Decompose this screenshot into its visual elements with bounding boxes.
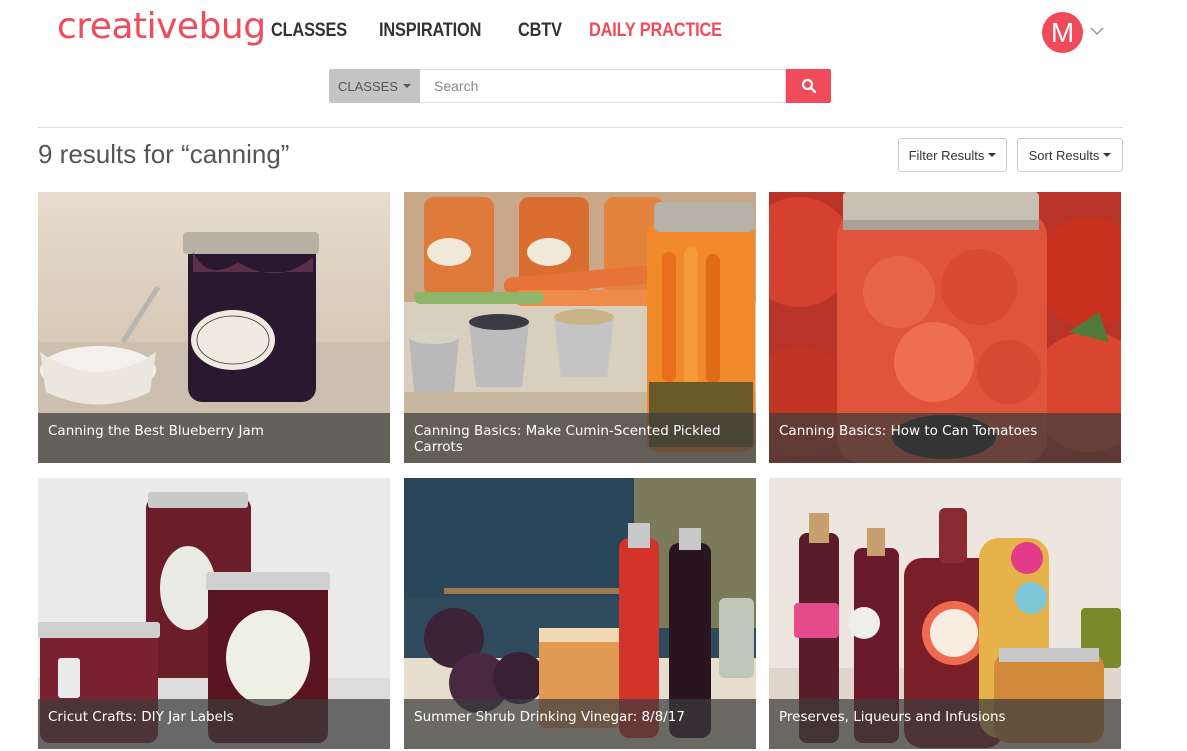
nav-classes[interactable]: CLASSES <box>271 20 347 42</box>
card-title: Preserves, Liqueurs and Infusions <box>769 699 1121 749</box>
caret-down-icon <box>402 84 411 88</box>
search-bar: CLASSES <box>329 69 831 103</box>
search-input[interactable] <box>420 69 786 103</box>
caret-down-icon <box>988 153 997 157</box>
card-title: Cricut Crafts: DIY Jar Labels <box>38 699 390 749</box>
card-title: Canning the Best Blueberry Jam <box>38 413 390 463</box>
caret-down-icon <box>1103 153 1112 157</box>
main-nav: CLASSES INSPIRATION CBTV DAILY PRACTICE <box>271 20 764 42</box>
card-title: Summer Shrub Drinking Vinegar: 8/8/17 <box>404 699 756 749</box>
user-avatar[interactable]: M <box>1042 12 1083 53</box>
class-card[interactable]: Cricut Crafts: DIY Jar Labels <box>38 478 390 749</box>
filter-results-label: Filter Results <box>908 147 985 163</box>
sort-results-button[interactable]: Sort Results <box>1017 138 1123 172</box>
creativebug-logo[interactable]: creativebug <box>57 6 266 47</box>
card-title: Canning Basics: How to Can Tomatoes <box>769 413 1121 463</box>
divider <box>38 127 1123 128</box>
chevron-down-icon[interactable] <box>1089 25 1105 37</box>
search-icon <box>801 78 816 94</box>
class-card[interactable]: Canning Basics: Make Cumin-Scented Pickl… <box>404 192 756 463</box>
search-category-dropdown[interactable]: CLASSES <box>329 69 420 103</box>
class-card[interactable]: Canning the Best Blueberry Jam <box>38 192 390 463</box>
class-card[interactable]: Summer Shrub Drinking Vinegar: 8/8/17 <box>404 478 756 749</box>
nav-cbtv[interactable]: CBTV <box>518 20 562 42</box>
sort-results-label: Sort Results <box>1028 147 1100 163</box>
nav-inspiration[interactable]: INSPIRATION <box>379 20 481 42</box>
results-heading: 9 results for “canning” <box>38 139 290 169</box>
class-card[interactable]: Preserves, Liqueurs and Infusions <box>769 478 1121 749</box>
nav-daily-practice[interactable]: DAILY PRACTICE <box>589 20 722 42</box>
filter-results-button[interactable]: Filter Results <box>898 138 1007 172</box>
search-category-label: CLASSES <box>338 78 398 94</box>
class-card[interactable]: Canning Basics: How to Can Tomatoes <box>769 192 1121 463</box>
card-title: Canning Basics: Make Cumin-Scented Pickl… <box>404 413 756 463</box>
search-button[interactable] <box>786 69 831 103</box>
